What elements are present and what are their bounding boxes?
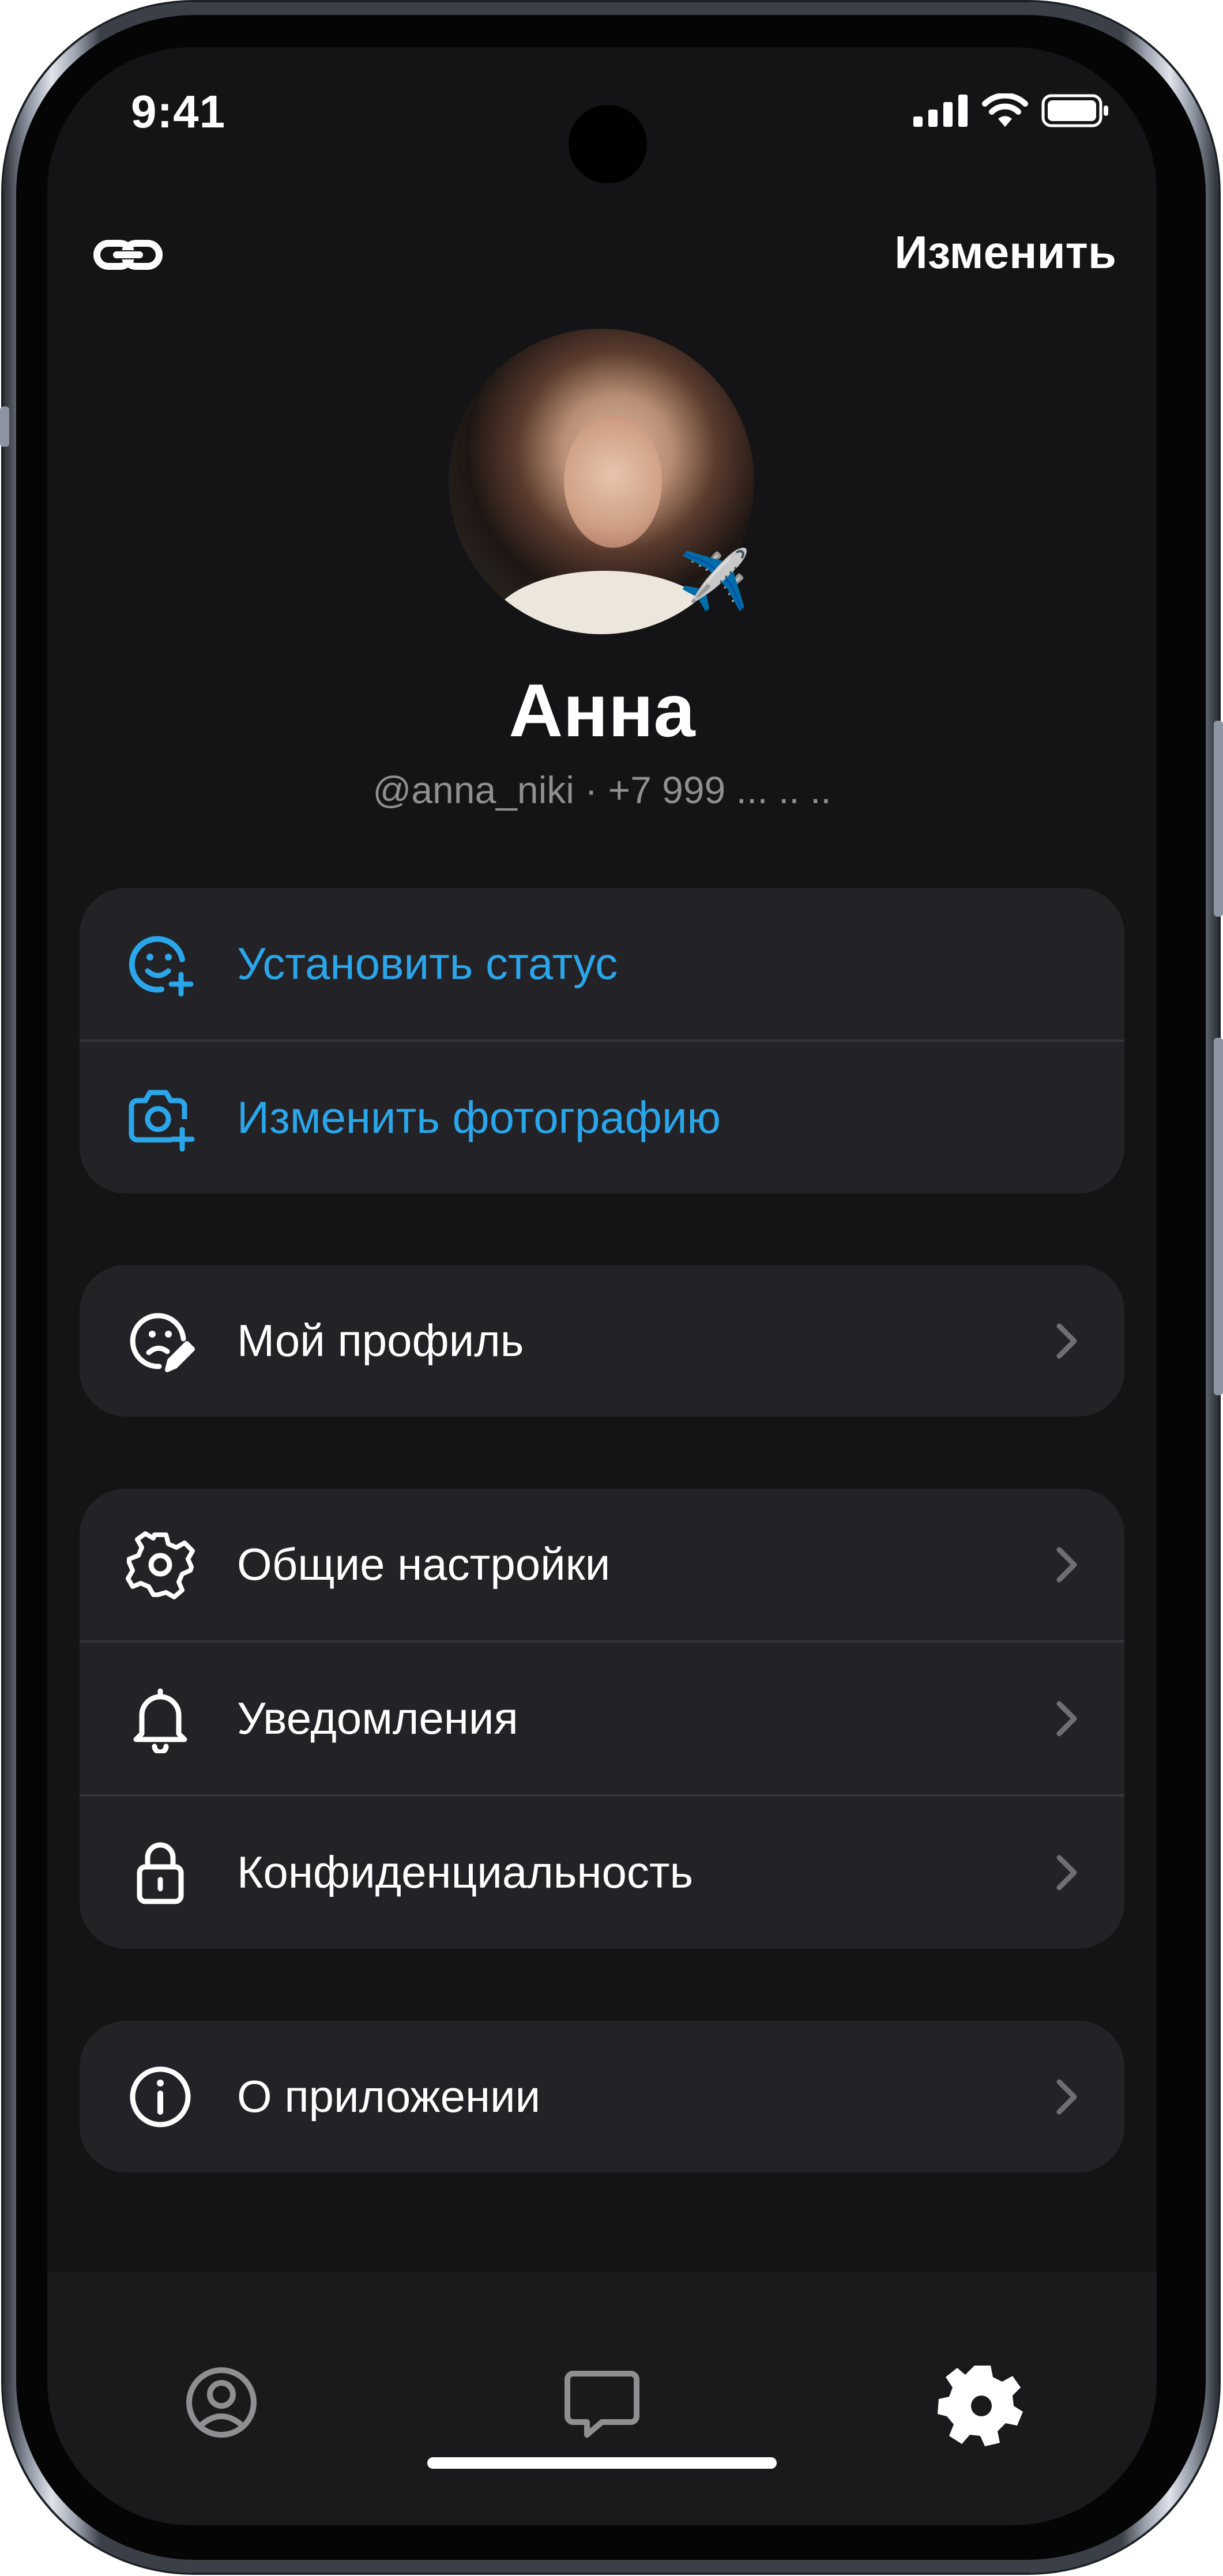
profile-edit-icon — [130, 1313, 195, 1372]
status-time: 9:41 — [131, 86, 226, 137]
privacy-label: Конфиденциальность — [237, 1847, 694, 1897]
chevron-right-icon — [1056, 2079, 1077, 2115]
about-label: О приложении — [237, 2071, 541, 2122]
my-profile-label: Мой профиль — [237, 1315, 524, 1366]
profile-card: Мой профиль — [80, 1265, 1124, 1417]
tab-settings[interactable] — [936, 2356, 1029, 2449]
about-row[interactable]: О приложении — [80, 2021, 1124, 2172]
chevron-right-icon — [1056, 1701, 1077, 1737]
status-icons — [913, 93, 1109, 128]
smiley-plus-icon — [129, 936, 194, 997]
set-status-label: Установить статус — [237, 938, 618, 989]
dynamic-island — [569, 105, 647, 183]
profile-username-phone: @anna_niki · +7 999 ... .. .. — [372, 769, 831, 811]
info-icon — [130, 2066, 191, 2127]
power-button — [1214, 721, 1223, 917]
about-card: О приложении — [80, 2021, 1124, 2172]
camera-plus-icon — [129, 1090, 195, 1152]
status-emoji[interactable]: ✈️ — [679, 551, 751, 609]
link-icon[interactable] — [93, 226, 163, 284]
chevron-right-icon — [1056, 1547, 1077, 1583]
general-settings-label: Общие настройки — [237, 1539, 611, 1590]
bell-icon — [133, 1688, 187, 1753]
home-indicator — [427, 2457, 777, 2469]
general-settings-row[interactable]: Общие настройки — [80, 1489, 1124, 1640]
settings-card: Общие настройки Уведомления Конфиденциал… — [80, 1489, 1124, 1949]
edit-button[interactable]: Изменить — [894, 226, 1116, 279]
notifications-row[interactable]: Уведомления — [80, 1643, 1124, 1794]
chevron-right-icon — [1056, 1323, 1077, 1359]
lock-icon — [137, 1842, 184, 1904]
my-profile-row[interactable]: Мой профиль — [80, 1265, 1124, 1417]
change-photo-label: Изменить фотографию — [237, 1092, 721, 1143]
avatar-face — [564, 415, 662, 548]
tab-chats[interactable] — [556, 2356, 648, 2449]
screen: 9:41 Изменить ✈️ Анна @anna_niki · +7 99… — [47, 47, 1157, 2525]
notifications-label: Уведомления — [237, 1693, 518, 1743]
cellular-signal-icon — [913, 95, 968, 127]
quick-actions-card: Установить статус Изменить фотографию — [80, 888, 1124, 1193]
volume-button — [1214, 1038, 1223, 1395]
battery-icon — [1041, 94, 1108, 127]
privacy-row[interactable]: Конфиденциальность — [80, 1797, 1124, 1948]
change-photo-button[interactable]: Изменить фотографию — [80, 1042, 1124, 1193]
action-button — [0, 406, 9, 447]
set-status-button[interactable]: Установить статус — [80, 888, 1124, 1040]
gear-icon — [126, 1531, 195, 1599]
wifi-icon — [982, 93, 1028, 127]
profile-name: Анна — [509, 668, 695, 752]
tab-contacts[interactable] — [175, 2356, 268, 2449]
chevron-right-icon — [1056, 1855, 1077, 1890]
